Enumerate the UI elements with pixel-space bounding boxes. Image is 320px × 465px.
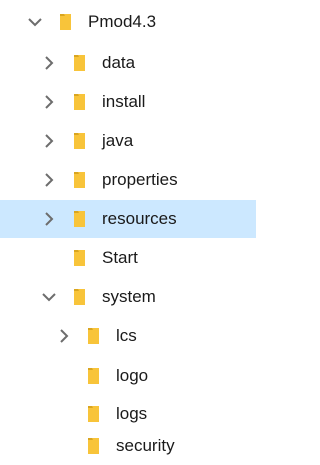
folder-icon	[72, 53, 90, 73]
chevron-right-icon[interactable]	[39, 92, 59, 112]
tree-item-properties[interactable]: properties	[0, 161, 256, 199]
tree-item-java[interactable]: java	[0, 122, 256, 160]
chevron-right-icon[interactable]	[39, 209, 59, 229]
tree-item-label: security	[116, 436, 175, 455]
chevron-right-icon[interactable]	[39, 53, 59, 73]
folder-icon	[72, 131, 90, 151]
tree-item-pmod4-3[interactable]: Pmod4.3	[0, 3, 256, 41]
tree-item-label: Pmod4.3	[88, 12, 157, 31]
chevron-right-icon[interactable]	[39, 170, 59, 190]
tree-item-label: lcs	[116, 326, 137, 345]
folder-icon	[72, 92, 90, 112]
tree-item-label: Start	[102, 248, 138, 267]
tree-item-logo[interactable]: logo	[0, 357, 256, 395]
tree-item-system[interactable]: system	[0, 278, 256, 316]
tree-item-label: java	[102, 131, 134, 150]
folder-icon	[72, 170, 90, 190]
folder-icon	[72, 209, 90, 229]
folder-icon	[86, 366, 104, 386]
folder-tree: Pmod4.3 data install java properties res…	[0, 0, 256, 465]
tree-item-label: system	[102, 287, 156, 306]
tree-item-security[interactable]: security	[0, 427, 256, 465]
tree-item-label: install	[102, 92, 146, 111]
folder-icon	[72, 287, 90, 307]
tree-item-data[interactable]: data	[0, 44, 256, 82]
folder-icon	[86, 436, 104, 456]
tree-item-label: data	[102, 53, 136, 72]
tree-item-install[interactable]: install	[0, 83, 256, 121]
folder-icon	[86, 326, 104, 346]
tree-item-label: logo	[116, 366, 149, 385]
tree-item-start[interactable]: Start	[0, 239, 256, 277]
folder-icon	[58, 12, 76, 32]
chevron-down-icon[interactable]	[39, 287, 59, 307]
tree-item-resources[interactable]: resources	[0, 200, 256, 238]
tree-item-label: resources	[102, 209, 177, 228]
folder-icon	[72, 248, 90, 268]
tree-item-lcs[interactable]: lcs	[0, 317, 256, 355]
chevron-down-icon[interactable]	[25, 12, 45, 32]
chevron-right-icon[interactable]	[39, 131, 59, 151]
folder-icon	[86, 404, 104, 424]
chevron-right-icon[interactable]	[54, 326, 74, 346]
tree-item-label: properties	[102, 170, 178, 189]
